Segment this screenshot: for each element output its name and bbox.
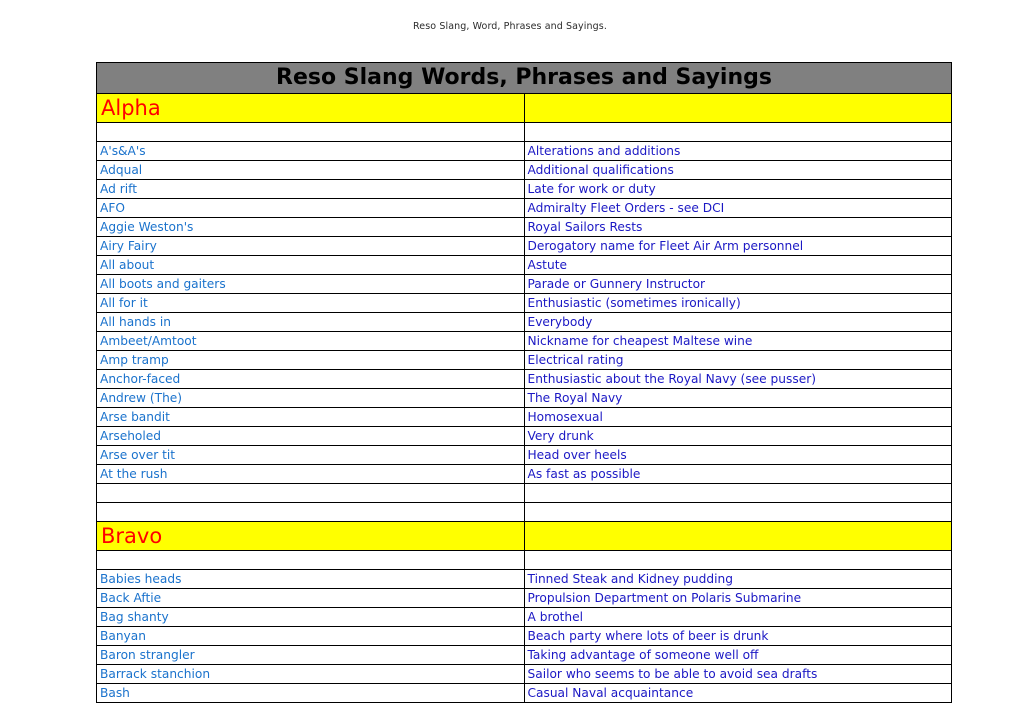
section-letter-blank-cell [523, 93, 952, 123]
definition-cell: Taking advantage of someone well off [523, 645, 952, 665]
table-row: All for it Enthusiastic (sometimes ironic… [96, 293, 952, 313]
definition-cell: Everybody [523, 312, 952, 332]
section-spacer-row [96, 502, 952, 522]
table-row: Aggie Weston's Royal Sailors Rests [96, 217, 952, 237]
empty-cell [523, 483, 952, 503]
definition-cell: Propulsion Department on Polaris Submari… [523, 588, 952, 608]
term-cell: All for it [96, 293, 525, 313]
definition-cell: Nickname for cheapest Maltese wine [523, 331, 952, 351]
after-section-header-spacer-row [96, 122, 952, 142]
table-body: Reso Slang Words, Phrases and Sayings Al… [96, 62, 952, 703]
definition-cell: Enthusiastic (sometimes ironically) [523, 293, 952, 313]
definition-cell: Derogatory name for Fleet Air Arm person… [523, 236, 952, 256]
definition-cell: Royal Sailors Rests [523, 217, 952, 237]
definition-cell: Casual Naval acquaintance [523, 683, 952, 703]
slang-glossary-table: Reso Slang Words, Phrases and Sayings Al… [96, 62, 952, 703]
term-cell: Andrew (The) [96, 388, 525, 408]
table-row: All about Astute [96, 255, 952, 275]
term-cell: At the rush [96, 464, 525, 484]
term-cell: Arseholed [96, 426, 525, 446]
table-row: Arse over tit Head over heels [96, 445, 952, 465]
page-header-text: Reso Slang, Word, Phrases and Sayings. [413, 21, 607, 32]
definition-cell: Sailor who seems to be able to avoid sea… [523, 664, 952, 684]
table-row: Baron strangler Taking advantage of someo… [96, 645, 952, 665]
term-cell: Bash [96, 683, 525, 703]
definition-cell: Beach party where lots of beer is drunk [523, 626, 952, 646]
section-letter-label: Bravo [96, 521, 525, 551]
empty-cell [523, 122, 952, 142]
table-row: Back Aftie Propulsion Department on Polar… [96, 588, 952, 608]
term-cell: AFO [96, 198, 525, 218]
term-cell: All about [96, 255, 525, 275]
table-row: Arse bandit Homosexual [96, 407, 952, 427]
section-header-row-bravo: Bravo [96, 521, 952, 551]
table-row: Amp tramp Electrical rating [96, 350, 952, 370]
table-row: Ad rift Late for work or duty [96, 179, 952, 199]
definition-cell: A brothel [523, 607, 952, 627]
term-cell: Airy Fairy [96, 236, 525, 256]
table-row: Barrack stanchion Sailor who seems to be … [96, 664, 952, 684]
definition-cell: Head over heels [523, 445, 952, 465]
term-cell: Ambeet/Amtoot [96, 331, 525, 351]
term-cell: Amp tramp [96, 350, 525, 370]
table-row: All hands in Everybody [96, 312, 952, 332]
table-row: Anchor-faced Enthusiastic about the Royal… [96, 369, 952, 389]
term-cell: Ad rift [96, 179, 525, 199]
term-cell: A's&A's [96, 141, 525, 161]
table-row: Banyan Beach party where lots of beer is … [96, 626, 952, 646]
term-cell: Barrack stanchion [96, 664, 525, 684]
table-row: Ambeet/Amtoot Nickname for cheapest Malte… [96, 331, 952, 351]
empty-cell [96, 550, 525, 570]
term-cell: All boots and gaiters [96, 274, 525, 294]
term-cell: Babies heads [96, 569, 525, 589]
term-cell: All hands in [96, 312, 525, 332]
definition-cell: The Royal Navy [523, 388, 952, 408]
table-row: AFO Admiralty Fleet Orders - see DCI [96, 198, 952, 218]
definition-cell: Astute [523, 255, 952, 275]
definition-cell: Parade or Gunnery Instructor [523, 274, 952, 294]
table-row: Bag shanty A brothel [96, 607, 952, 627]
term-cell: Banyan [96, 626, 525, 646]
empty-cell [523, 502, 952, 522]
definition-cell: Very drunk [523, 426, 952, 446]
empty-cell [96, 122, 525, 142]
term-cell: Adqual [96, 160, 525, 180]
definition-cell: Alterations and additions [523, 141, 952, 161]
table-row: Andrew (The) The Royal Navy [96, 388, 952, 408]
table-row: A's&A's Alterations and additions [96, 141, 952, 161]
term-cell: Arse over tit [96, 445, 525, 465]
table-row: Arseholed Very drunk [96, 426, 952, 446]
after-section-header-spacer-row [96, 550, 952, 570]
definition-cell: Electrical rating [523, 350, 952, 370]
definition-cell: Additional qualifications [523, 160, 952, 180]
section-letter-label: Alpha [96, 93, 525, 123]
definition-cell: Enthusiastic about the Royal Navy (see p… [523, 369, 952, 389]
section-end-spacer-row [96, 483, 952, 503]
empty-cell [96, 502, 525, 522]
definition-cell: Admiralty Fleet Orders - see DCI [523, 198, 952, 218]
table-row: All boots and gaiters Parade or Gunnery I… [96, 274, 952, 294]
section-letter-blank-cell [523, 521, 952, 551]
table-row: Airy Fairy Derogatory name for Fleet Air … [96, 236, 952, 256]
table-title-row: Reso Slang Words, Phrases and Sayings [96, 62, 952, 94]
table-row: Bash Casual Naval acquaintance [96, 683, 952, 703]
term-cell: Anchor-faced [96, 369, 525, 389]
table-row: Adqual Additional qualifications [96, 160, 952, 180]
table-row: Babies heads Tinned Steak and Kidney pudd… [96, 569, 952, 589]
definition-cell: Tinned Steak and Kidney pudding [523, 569, 952, 589]
definition-cell: Late for work or duty [523, 179, 952, 199]
definition-cell: As fast as possible [523, 464, 952, 484]
table-row: At the rush As fast as possible [96, 464, 952, 484]
definition-cell: Homosexual [523, 407, 952, 427]
empty-cell [523, 550, 952, 570]
term-cell: Arse bandit [96, 407, 525, 427]
term-cell: Bag shanty [96, 607, 525, 627]
term-cell: Aggie Weston's [96, 217, 525, 237]
table-title-cell: Reso Slang Words, Phrases and Sayings [96, 62, 952, 94]
section-header-row-alpha: Alpha [96, 93, 952, 123]
term-cell: Back Aftie [96, 588, 525, 608]
term-cell: Baron strangler [96, 645, 525, 665]
empty-cell [96, 483, 525, 503]
